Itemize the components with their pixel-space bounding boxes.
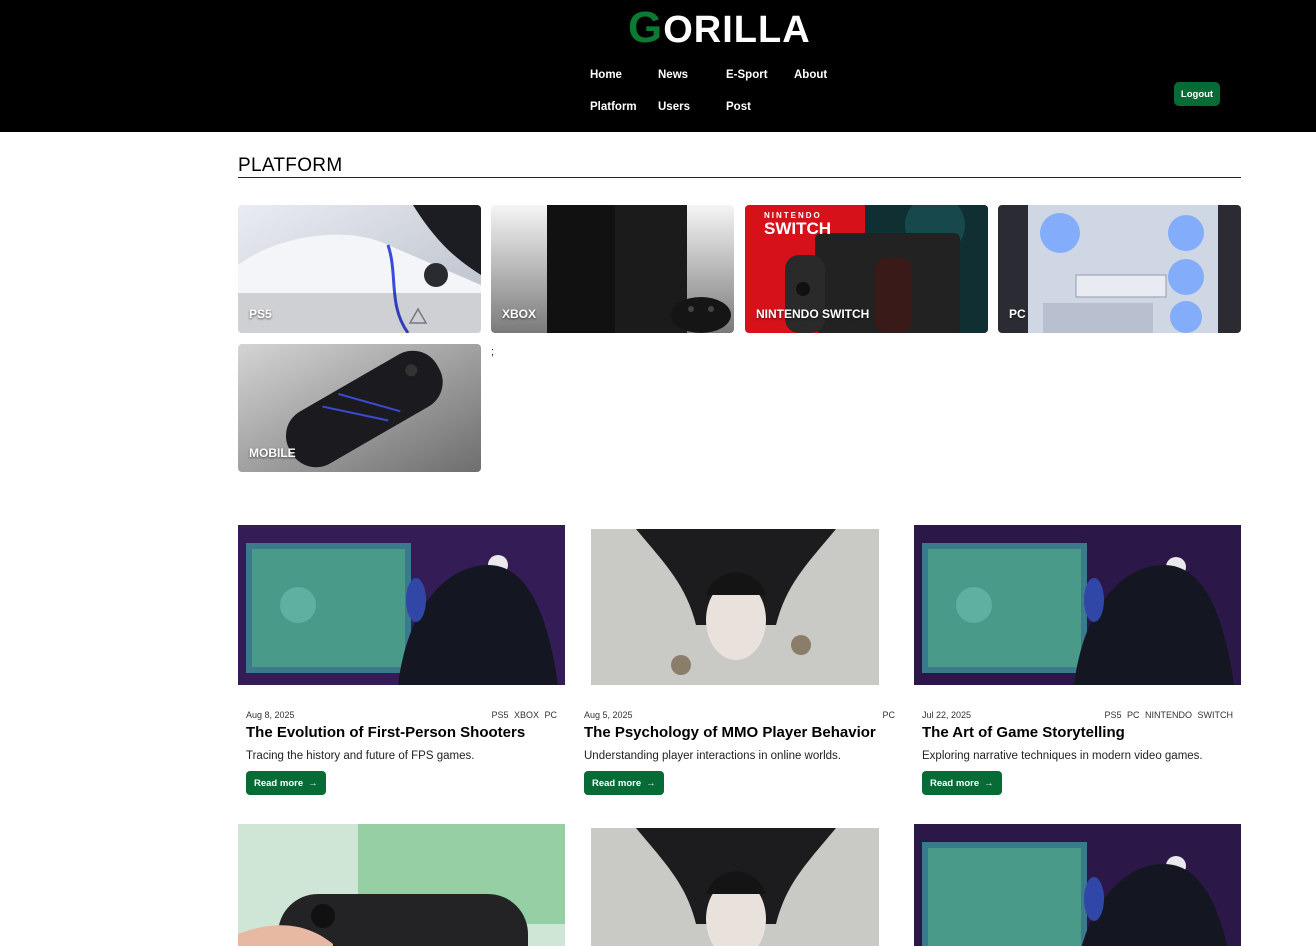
post-thumbnail[interactable] (914, 525, 1241, 685)
nav-platform[interactable]: Platform (590, 101, 637, 113)
post-description: Understanding player interactions in onl… (584, 750, 841, 762)
post-card: Aug 5, 2025 PC The Psychology of MMO Pla… (576, 525, 903, 805)
read-more-button[interactable]: Read more → (246, 771, 326, 795)
heading-divider (238, 177, 1241, 178)
post-title[interactable]: The Psychology of MMO Player Behavior (584, 724, 876, 741)
read-more-button[interactable]: Read more → (584, 771, 664, 795)
post-date: Aug 8, 2025 (246, 710, 295, 720)
platform-card-label: PS5 (249, 307, 272, 321)
post-description: Exploring narrative techniques in modern… (922, 750, 1203, 762)
post-tags: PS5 XBOX PC (491, 710, 557, 720)
pc-build-image (998, 205, 1241, 333)
arrow-right-icon: → (308, 777, 318, 789)
arrow-right-icon: → (984, 777, 994, 789)
post-tags: PC (882, 710, 895, 720)
post-thumbnail[interactable] (914, 824, 1241, 946)
platform-card-label: XBOX (502, 307, 537, 321)
nav-home[interactable]: Home (590, 69, 622, 81)
nav-post[interactable]: Post (726, 101, 751, 113)
post-card (576, 824, 903, 946)
nav-users[interactable]: Users (658, 101, 690, 113)
platform-card-label: NINTENDO SWITCH (756, 307, 870, 321)
platform-card-ps5[interactable]: PS5 (238, 205, 481, 333)
nav-news[interactable]: News (658, 69, 688, 81)
post-title[interactable]: The Evolution of First-Person Shooters (246, 724, 525, 741)
post-date: Aug 5, 2025 (584, 710, 633, 720)
read-more-button[interactable]: Read more → (922, 771, 1002, 795)
platform-card-nintendo-switch[interactable]: NINTENDO SWITCH NINTENDO SWITCH (745, 205, 988, 333)
arrow-right-icon: → (646, 777, 656, 789)
site-header: GORILLA Home News E-Sport About Platform… (0, 0, 1316, 132)
post-card (914, 824, 1241, 946)
post-tags: PS5 PC NINTENDO SWITCH (1104, 710, 1233, 720)
nav-esport[interactable]: E-Sport (726, 69, 768, 81)
post-card: Aug 8, 2025 PS5 XBOX PC The Evolution of… (238, 525, 565, 805)
anime-art-image (576, 525, 903, 685)
gamer-image (914, 525, 1241, 685)
post-card: Jul 22, 2025 PS5 PC NINTENDO SWITCH The … (914, 525, 1241, 805)
post-title[interactable]: The Art of Game Storytelling (922, 724, 1125, 741)
stray-semicolon: ; (491, 346, 495, 358)
post-thumbnail[interactable] (238, 824, 565, 946)
platform-card-label: PC (1009, 307, 1026, 321)
post-thumbnail[interactable] (576, 824, 903, 946)
gamer-image (238, 525, 565, 685)
gamer-image (914, 824, 1241, 946)
post-description: Tracing the history and future of FPS ga… (246, 750, 475, 762)
post-thumbnail[interactable] (238, 525, 565, 685)
platform-card-pc[interactable]: PC (998, 205, 1241, 333)
controller-image (238, 824, 565, 946)
post-date: Jul 22, 2025 (922, 710, 972, 720)
nav-about[interactable]: About (794, 69, 827, 81)
post-card (238, 824, 565, 946)
switch-brand-line2: SWITCH (764, 219, 832, 238)
platform-card-mobile[interactable]: MOBILE (238, 344, 481, 472)
platform-heading: PLATFORM (238, 155, 343, 176)
site-logo[interactable]: GORILLA (628, 4, 811, 54)
logout-button[interactable]: Logout (1174, 82, 1220, 106)
platform-card-xbox[interactable]: XBOX (491, 205, 734, 333)
ps5-controller-image (238, 205, 481, 333)
post-thumbnail[interactable] (576, 525, 903, 685)
platform-card-label: MOBILE (249, 446, 296, 460)
anime-art-image (576, 824, 903, 946)
